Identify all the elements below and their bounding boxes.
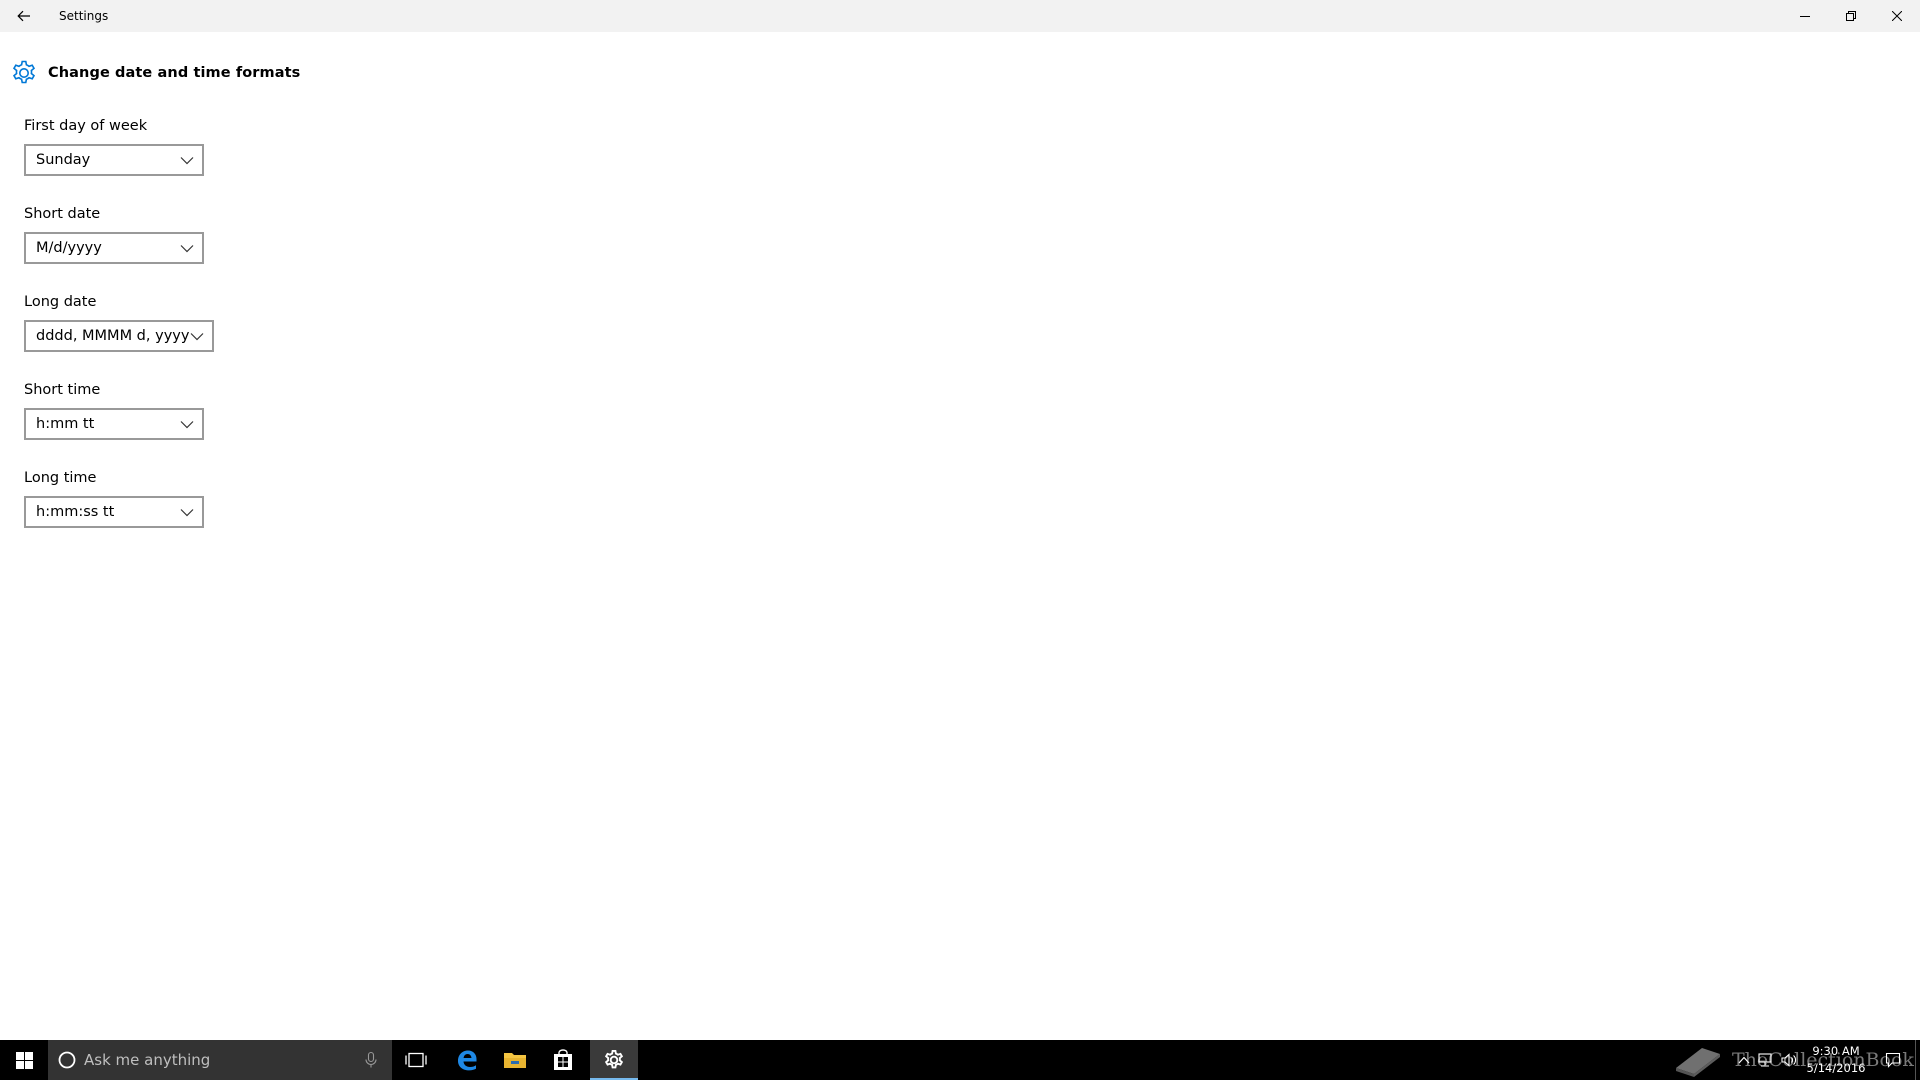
short-time-field: Short time h:mm tt bbox=[24, 379, 204, 440]
short-date-value: M/d/yyyy bbox=[36, 240, 102, 256]
minimize-icon bbox=[1800, 16, 1810, 17]
chevron-down-icon bbox=[190, 333, 204, 341]
restore-icon bbox=[1846, 11, 1856, 21]
windows-logo-icon bbox=[15, 1051, 33, 1069]
microphone-icon[interactable] bbox=[362, 1051, 380, 1069]
close-button[interactable] bbox=[1874, 0, 1920, 32]
close-icon bbox=[1892, 11, 1902, 21]
chevron-down-icon bbox=[180, 421, 194, 429]
settings-taskbar-button[interactable] bbox=[590, 1040, 638, 1080]
gear-icon bbox=[12, 60, 36, 84]
long-date-label: Long date bbox=[24, 294, 97, 310]
long-date-value: dddd, MMMM d, yyyy bbox=[36, 328, 190, 344]
tray-overflow-button[interactable] bbox=[1736, 1040, 1752, 1080]
chevron-up-icon bbox=[1738, 1056, 1750, 1064]
first-day-of-week-label: First day of week bbox=[24, 118, 148, 134]
network-icon bbox=[1758, 1053, 1772, 1067]
page-header: Change date and time formats bbox=[10, 58, 300, 88]
action-center-button[interactable] bbox=[1878, 1040, 1908, 1080]
edge-icon bbox=[458, 1050, 477, 1071]
edge-taskbar-button[interactable] bbox=[443, 1040, 491, 1080]
short-date-label: Short date bbox=[24, 206, 101, 222]
settings-window: Settings Change date and time formats Fi… bbox=[0, 0, 1920, 1039]
folder-icon bbox=[504, 1053, 526, 1068]
long-time-field: Long time h:mm:ss tt bbox=[24, 467, 204, 528]
book-logo-icon bbox=[1676, 1048, 1720, 1077]
chevron-down-icon bbox=[180, 509, 194, 517]
long-date-field: Long date dddd, MMMM d, yyyy bbox=[24, 291, 214, 352]
cortana-search-box[interactable]: Ask me anything bbox=[48, 1040, 392, 1080]
notification-icon bbox=[1885, 1052, 1901, 1068]
taskbar-clock[interactable]: 9:30 AM 5/14/2016 bbox=[1796, 1043, 1876, 1077]
network-button[interactable] bbox=[1754, 1040, 1776, 1080]
start-button[interactable] bbox=[0, 1040, 48, 1080]
store-bag-icon bbox=[554, 1049, 572, 1070]
chevron-down-icon bbox=[180, 157, 194, 165]
back-arrow-icon bbox=[17, 10, 30, 22]
search-placeholder: Ask me anything bbox=[84, 1051, 211, 1069]
clock-date: 5/14/2016 bbox=[1806, 1061, 1866, 1075]
short-time-label: Short time bbox=[24, 382, 101, 398]
store-taskbar-button[interactable] bbox=[539, 1040, 587, 1080]
long-time-label: Long time bbox=[24, 470, 97, 486]
restore-button[interactable] bbox=[1828, 0, 1874, 32]
first-day-of-week-value: Sunday bbox=[36, 152, 91, 168]
app-title: Settings bbox=[59, 9, 109, 23]
long-time-value: h:mm:ss tt bbox=[36, 504, 115, 520]
first-day-of-week-field: First day of week Sunday bbox=[24, 115, 204, 176]
back-button[interactable] bbox=[0, 0, 48, 32]
chevron-down-icon bbox=[180, 245, 194, 253]
cortana-circle-icon bbox=[58, 1051, 76, 1069]
short-time-value: h:mm tt bbox=[36, 416, 95, 432]
task-view-icon bbox=[405, 1052, 427, 1068]
file-explorer-taskbar-button[interactable] bbox=[491, 1040, 539, 1080]
long-time-dropdown[interactable]: h:mm:ss tt bbox=[24, 496, 204, 528]
taskbar: Ask me anything TheCollectionBook 9:30 A… bbox=[0, 1040, 1920, 1080]
gear-icon bbox=[604, 1050, 624, 1069]
task-view-button[interactable] bbox=[392, 1040, 440, 1080]
long-date-dropdown[interactable]: dddd, MMMM d, yyyy bbox=[24, 320, 214, 352]
first-day-of-week-dropdown[interactable]: Sunday bbox=[24, 144, 204, 176]
short-date-field: Short date M/d/yyyy bbox=[24, 203, 204, 264]
minimize-button[interactable] bbox=[1782, 0, 1828, 32]
speaker-icon bbox=[1781, 1053, 1796, 1067]
page-title: Change date and time formats bbox=[48, 65, 301, 81]
title-bar: Settings bbox=[0, 0, 1920, 32]
short-time-dropdown[interactable]: h:mm tt bbox=[24, 408, 204, 440]
short-date-dropdown[interactable]: M/d/yyyy bbox=[24, 232, 204, 264]
clock-time: 9:30 AM bbox=[1812, 1044, 1860, 1058]
show-desktop-button[interactable] bbox=[1915, 1040, 1916, 1080]
